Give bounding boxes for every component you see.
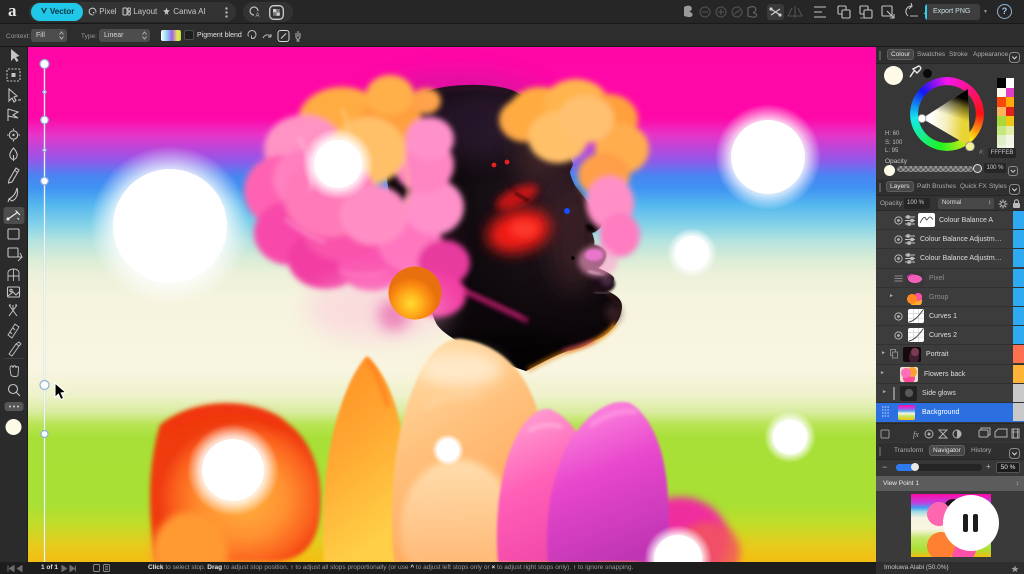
- svg-text:fx: fx: [913, 430, 919, 439]
- svg-text:A: A: [255, 13, 259, 19]
